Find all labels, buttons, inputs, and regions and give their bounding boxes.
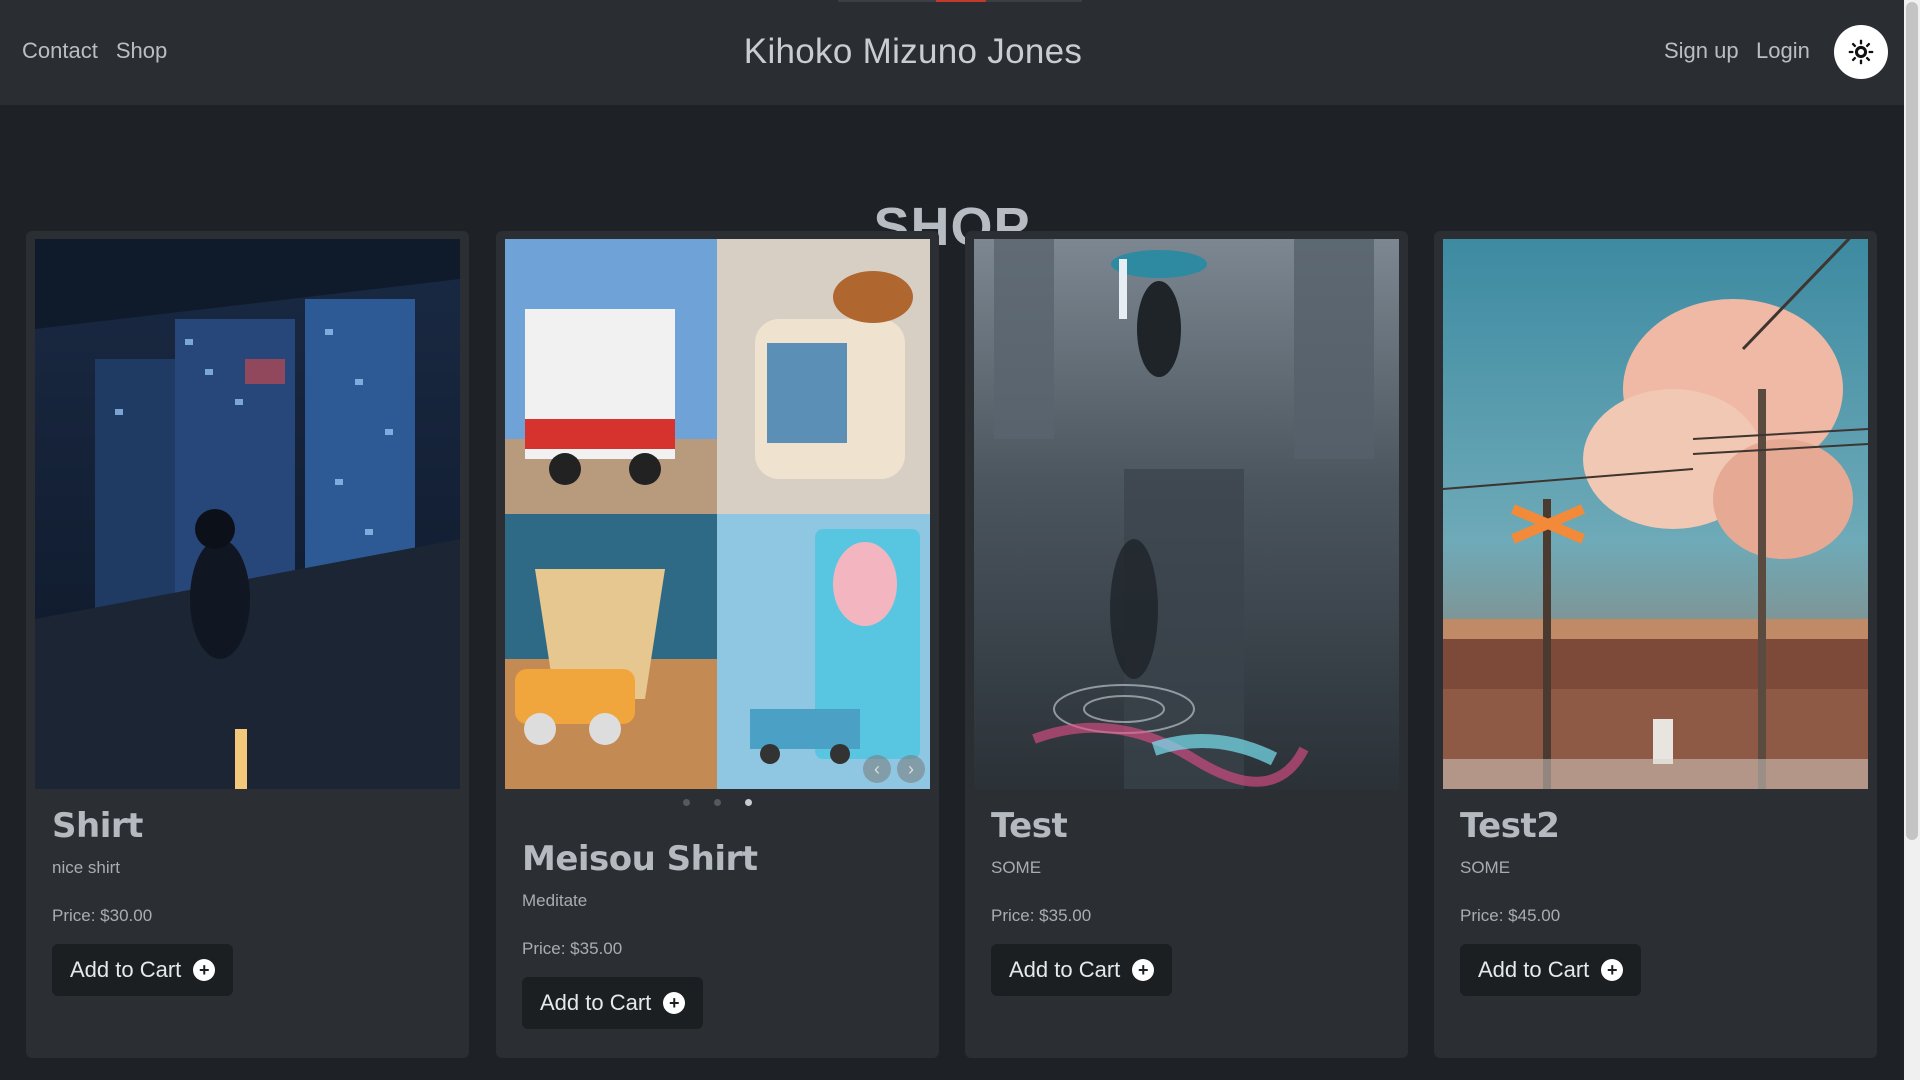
login-link[interactable]: Login bbox=[1756, 38, 1810, 64]
loading-indicator bbox=[838, 0, 1082, 2]
product-carousel[interactable]: ‹ › bbox=[505, 239, 930, 789]
plus-circle-icon: + bbox=[1601, 959, 1624, 981]
carousel-next-button[interactable]: › bbox=[897, 755, 925, 783]
product-card: ‹ › Meisou Shirt Meditate Price: $35.00 … bbox=[496, 231, 939, 1058]
product-title: Test bbox=[991, 806, 1068, 846]
product-description: SOME bbox=[1460, 858, 1511, 877]
product-description: nice shirt bbox=[52, 858, 121, 877]
plus-circle-icon: + bbox=[193, 959, 216, 981]
product-body: Shirt nice shirt Price: $30.00 Add to Ca… bbox=[52, 806, 449, 996]
navbar: Contact Shop Kihoko Mizuno Jones Sign up… bbox=[0, 0, 1904, 105]
add-to-cart-button[interactable]: Add to Cart + bbox=[991, 944, 1173, 996]
product-body: Test2 SOME Price: $45.00 Add to Cart + bbox=[1460, 806, 1857, 996]
carousel-indicators bbox=[496, 799, 939, 806]
product-price: Price: $30.00 bbox=[52, 906, 153, 925]
product-image[interactable] bbox=[974, 239, 1399, 789]
sun-gear-icon bbox=[1848, 39, 1874, 65]
carousel-dot-active[interactable] bbox=[745, 799, 752, 806]
product-title: Shirt bbox=[52, 806, 143, 846]
scrollbar-thumb[interactable] bbox=[1906, 2, 1918, 840]
product-card: Shirt nice shirt Price: $30.00 Add to Ca… bbox=[26, 231, 469, 1058]
product-description: Meditate bbox=[522, 891, 588, 910]
product-image[interactable] bbox=[1443, 239, 1868, 789]
nav-right: Sign up Login bbox=[1664, 24, 1904, 84]
product-card: Test SOME Price: $35.00 Add to Cart + bbox=[965, 231, 1408, 1058]
add-to-cart-label: Add to Cart bbox=[1009, 957, 1121, 982]
product-body: Test SOME Price: $35.00 Add to Cart + bbox=[991, 806, 1388, 996]
product-title: Meisou Shirt bbox=[522, 839, 758, 879]
product-price: Price: $35.00 bbox=[522, 939, 623, 958]
site-brand[interactable]: Kihoko Mizuno Jones bbox=[0, 32, 1826, 72]
add-to-cart-label: Add to Cart bbox=[70, 957, 182, 982]
add-to-cart-button[interactable]: Add to Cart + bbox=[1460, 944, 1642, 996]
page: Contact Shop Kihoko Mizuno Jones Sign up… bbox=[0, 0, 1920, 1080]
carousel-dot[interactable] bbox=[714, 799, 721, 806]
plus-circle-icon: + bbox=[1132, 959, 1155, 981]
theme-toggle-button[interactable] bbox=[1834, 25, 1888, 79]
add-to-cart-label: Add to Cart bbox=[1478, 957, 1590, 982]
signup-link[interactable]: Sign up bbox=[1664, 38, 1739, 64]
add-to-cart-button[interactable]: Add to Cart + bbox=[52, 944, 234, 996]
add-to-cart-label: Add to Cart bbox=[540, 990, 652, 1015]
add-to-cart-button[interactable]: Add to Cart + bbox=[522, 977, 704, 1029]
product-title: Test2 bbox=[1460, 806, 1560, 846]
product-card: Test2 SOME Price: $45.00 Add to Cart + bbox=[1434, 231, 1877, 1058]
product-body: Meisou Shirt Meditate Price: $35.00 Add … bbox=[522, 839, 919, 1029]
product-price: Price: $35.00 bbox=[991, 906, 1092, 925]
carousel-prev-button[interactable]: ‹ bbox=[863, 755, 891, 783]
product-price: Price: $45.00 bbox=[1460, 906, 1561, 925]
product-description: SOME bbox=[991, 858, 1042, 877]
product-image[interactable] bbox=[35, 239, 460, 789]
plus-circle-icon: + bbox=[663, 992, 686, 1014]
carousel-dot[interactable] bbox=[683, 799, 690, 806]
